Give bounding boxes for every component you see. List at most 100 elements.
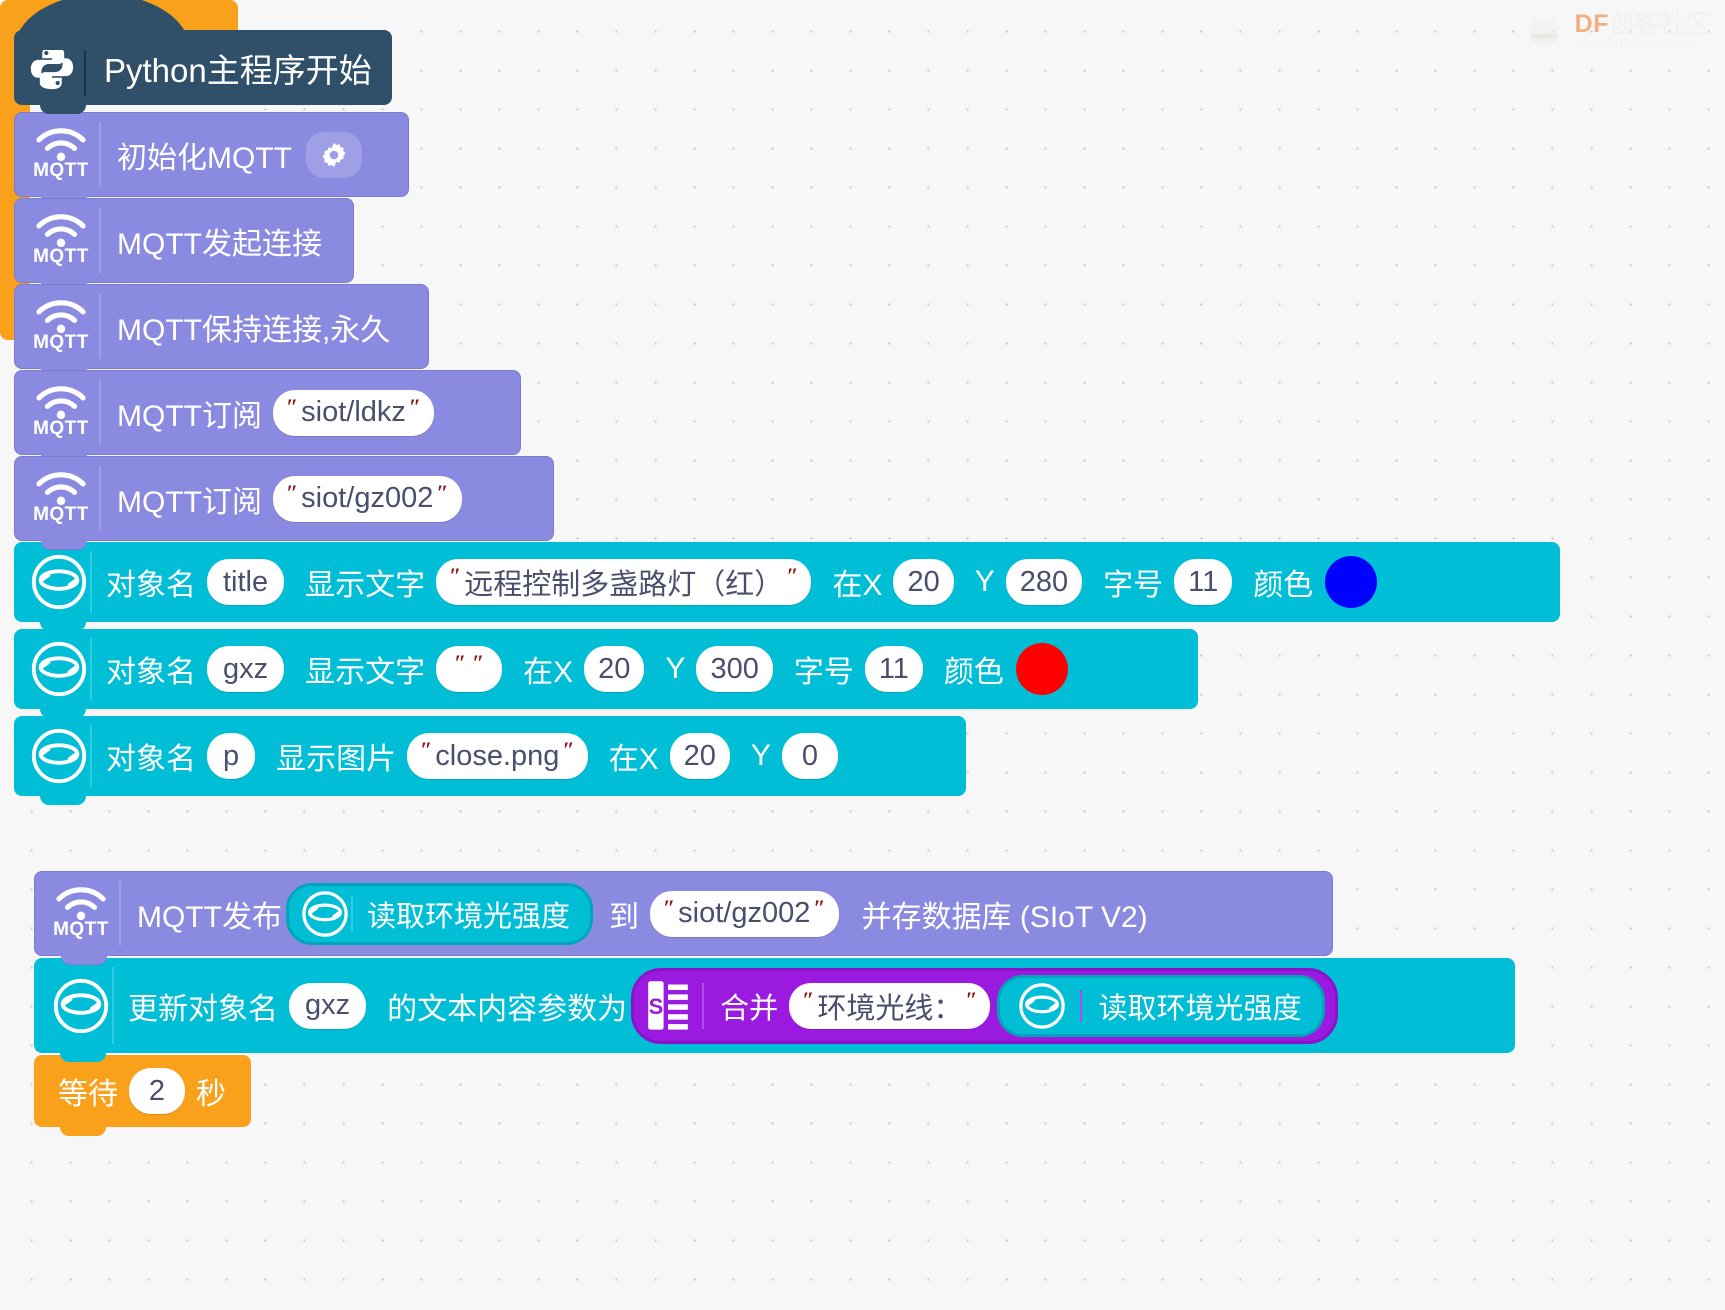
object-name-input[interactable]: title bbox=[207, 559, 285, 605]
text-join-reporter[interactable]: S 合并 ″ 环境光线： ″ 读取环境光强度 bbox=[631, 967, 1338, 1044]
wifi-icon bbox=[36, 127, 86, 161]
read-light-intensity-label: 读取环境光强度 bbox=[366, 900, 570, 933]
mqtt-badge-label: MQTT bbox=[53, 918, 109, 940]
block-divider bbox=[90, 725, 92, 787]
update-object-text-block[interactable]: 更新对象名 gxz 的文本内容参数为 S 合并 ″ 环境光线： ″ 读取环境光强… bbox=[34, 958, 1515, 1062]
block-notch bbox=[40, 629, 86, 638]
show-image-label: 显示图片 bbox=[276, 743, 397, 776]
block-connector-bump bbox=[61, 955, 107, 964]
block-divider bbox=[90, 638, 92, 700]
wifi-icon bbox=[56, 886, 106, 920]
display-text-input[interactable]: ″ ″ bbox=[436, 646, 503, 692]
color-swatch[interactable] bbox=[1325, 556, 1378, 608]
mqtt-keepalive-block[interactable]: MQTT MQTT保持连接,永久 bbox=[14, 284, 429, 377]
object-name-input[interactable]: p bbox=[207, 733, 256, 779]
read-light-intensity-reporter[interactable]: 读取环境光强度 bbox=[997, 974, 1325, 1037]
y-input[interactable]: 280 bbox=[1005, 559, 1083, 605]
quote-close: ″ bbox=[786, 563, 799, 588]
join-label: 合并 bbox=[720, 992, 779, 1025]
python-start-block[interactable]: Python主程序开始 bbox=[14, 0, 392, 114]
mqtt-badge-label: MQTT bbox=[33, 417, 89, 439]
font-size-label: 字号 bbox=[793, 656, 854, 689]
x-input[interactable]: 20 bbox=[669, 733, 730, 779]
block-divider bbox=[99, 466, 101, 531]
mqtt-init-label: 初始化MQTT bbox=[117, 141, 292, 175]
block-divider bbox=[119, 881, 121, 946]
mqtt-icon: MQTT bbox=[23, 471, 99, 526]
block-notch bbox=[41, 285, 87, 294]
join-text-input[interactable]: ″ 环境光线： ″ bbox=[789, 982, 991, 1029]
wait-prefix-label: 等待 bbox=[58, 1078, 118, 1111]
mqtt-publish-topic-input[interactable]: ″ siot/gz002 ″ bbox=[650, 890, 839, 937]
show-text-label: 显示文字 bbox=[305, 656, 426, 689]
mqtt-topic-input-1[interactable]: ″ siot/ldkz ″ bbox=[272, 389, 435, 436]
wait-seconds-input[interactable]: 2 bbox=[129, 1068, 185, 1114]
mqtt-subscribe-label: MQTT订阅 bbox=[117, 399, 262, 433]
watermark-brand-cn: 创客社区 bbox=[1608, 9, 1711, 38]
block-notch bbox=[41, 371, 87, 380]
x-input[interactable]: 20 bbox=[584, 646, 645, 692]
block-connector-bump bbox=[40, 796, 86, 805]
to-label: 到 bbox=[609, 900, 639, 934]
block-notch bbox=[40, 716, 86, 725]
show-text-label: 显示文字 bbox=[305, 569, 426, 602]
block-divider bbox=[1080, 989, 1083, 1022]
mqtt-subscribe-block-1[interactable]: MQTT MQTT订阅 ″ siot/ldkz ″ bbox=[14, 370, 521, 463]
quote-open: ″ bbox=[663, 894, 676, 920]
quote-open: ″ bbox=[420, 737, 433, 762]
read-light-intensity-reporter[interactable]: 读取环境光强度 bbox=[285, 882, 593, 945]
read-light-intensity-label: 读取环境光强度 bbox=[1098, 992, 1302, 1025]
mqtt-badge-label: MQTT bbox=[33, 159, 89, 181]
wait-block[interactable]: 等待 2 秒 bbox=[34, 1055, 251, 1136]
quote-open: ″ bbox=[453, 650, 467, 675]
display-text-input[interactable]: ″ 远程控制多盏路灯（红） ″ bbox=[436, 559, 812, 605]
x-label: 在X bbox=[832, 569, 883, 602]
mqtt-icon: MQTT bbox=[23, 127, 99, 182]
mqtt-init-block[interactable]: MQTT 初始化MQTT bbox=[14, 112, 409, 205]
mqtt-publish-block[interactable]: MQTT MQTT发布 读取环境光强度 到 ″ siot/gz002 ″ 并存数… bbox=[34, 871, 1333, 964]
mqtt-topic-value: siot/ldkz bbox=[301, 396, 406, 428]
y-input[interactable]: 300 bbox=[696, 646, 773, 692]
block-connector-bump bbox=[60, 1053, 106, 1062]
gear-icon[interactable] bbox=[305, 131, 362, 178]
color-label: 颜色 bbox=[943, 656, 1004, 689]
block-divider bbox=[99, 380, 101, 445]
display-text-block-title[interactable]: 对象名 title 显示文字 ″ 远程控制多盏路灯（红） ″ 在X 20 Y 2… bbox=[14, 542, 1560, 631]
mqtt-subscribe-block-2[interactable]: MQTT MQTT订阅 ″ siot/gz002 ″ bbox=[14, 456, 554, 549]
display-text-block-gxz[interactable]: 对象名 gxz 显示文字 ″ ″ 在X 20 Y 300 字号 11 颜色 bbox=[14, 629, 1198, 718]
quote-close: ″ bbox=[965, 986, 978, 1012]
quote-open: ″ bbox=[285, 479, 299, 505]
mqtt-topic-value: siot/gz002 bbox=[301, 482, 434, 514]
block-connector-bump bbox=[40, 105, 86, 114]
update-object-name-input[interactable]: gxz bbox=[289, 982, 367, 1029]
image-path-input[interactable]: ″ close.png ″ bbox=[407, 733, 588, 779]
display-text-value: 远程控制多盏路灯（红） bbox=[464, 569, 784, 601]
font-size-input[interactable]: 11 bbox=[864, 646, 923, 692]
color-label: 颜色 bbox=[1253, 569, 1314, 602]
mqtt-topic-input-2[interactable]: ″ siot/gz002 ″ bbox=[272, 475, 462, 522]
block-notch bbox=[41, 199, 87, 208]
block-connector-bump bbox=[60, 1127, 106, 1136]
object-name-input[interactable]: gxz bbox=[207, 646, 285, 692]
mqtt-publish-label: MQTT发布 bbox=[137, 900, 282, 934]
block-notch bbox=[41, 457, 87, 466]
mqtt-icon: MQTT bbox=[43, 886, 119, 941]
quote-open: ″ bbox=[802, 986, 815, 1012]
block-connector-bump bbox=[41, 540, 87, 549]
watermark-url: mc.DFRobot.com.cn bbox=[1574, 37, 1699, 52]
font-size-input[interactable]: 11 bbox=[1174, 559, 1233, 605]
quote-close: ″ bbox=[408, 393, 422, 419]
color-swatch[interactable] bbox=[1015, 643, 1068, 695]
display-object-icon bbox=[1019, 982, 1066, 1029]
y-input[interactable]: 0 bbox=[781, 733, 838, 779]
y-label: Y bbox=[750, 739, 771, 772]
font-size-label: 字号 bbox=[1103, 569, 1164, 602]
x-input[interactable]: 20 bbox=[893, 559, 954, 605]
bee-logo-icon bbox=[1529, 13, 1559, 49]
display-image-block[interactable]: 对象名 p 显示图片 ″ close.png ″ 在X 20 Y 0 bbox=[14, 716, 966, 805]
svg-text:S: S bbox=[649, 994, 664, 1019]
mqtt-connect-block[interactable]: MQTT MQTT发起连接 bbox=[14, 198, 354, 291]
display-object-icon bbox=[53, 978, 109, 1033]
image-path-value: close.png bbox=[435, 739, 560, 772]
block-divider bbox=[702, 982, 705, 1029]
